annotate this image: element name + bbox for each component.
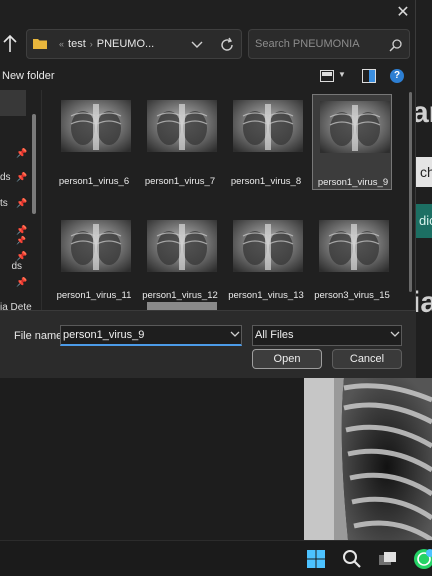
breadcrumb-overflow[interactable]: « bbox=[59, 39, 64, 49]
nav-item-downloads[interactable]: ds bbox=[0, 172, 11, 183]
taskbar bbox=[0, 540, 432, 576]
pin-icon: 📌 bbox=[16, 172, 28, 182]
file-name-label: File name: bbox=[14, 330, 66, 342]
file-name-label: person1_virus_13 bbox=[228, 290, 304, 301]
pin-icon: 📌 bbox=[16, 198, 28, 208]
breadcrumb-test[interactable]: test bbox=[68, 38, 86, 50]
pin-icon: 📌 bbox=[16, 277, 28, 287]
windows-start-icon[interactable] bbox=[304, 547, 328, 571]
file-grid: person1_virus_6 person1_virus_7 person1_vi… bbox=[46, 90, 408, 312]
file-tile[interactable]: person1_virus_8 bbox=[226, 94, 306, 190]
xray-thumbnail bbox=[147, 100, 217, 152]
breadcrumb: «test › PNEUMO... bbox=[59, 38, 155, 50]
file-name-input[interactable]: person1_virus_9 bbox=[60, 325, 242, 346]
cancel-button[interactable]: Cancel bbox=[332, 349, 402, 369]
view-options-icon[interactable] bbox=[320, 70, 334, 82]
file-tile[interactable]: person1_virus_9 bbox=[312, 94, 392, 190]
help-icon[interactable]: ? bbox=[390, 69, 404, 83]
command-bar: New folder ▼ ? bbox=[0, 64, 416, 90]
file-name-label: person3_virus_15 bbox=[314, 290, 390, 301]
search-placeholder: Search PNEUMONIA bbox=[255, 38, 360, 50]
search-icon[interactable] bbox=[340, 547, 364, 571]
pin-icon: 📌 bbox=[16, 251, 28, 261]
refresh-icon[interactable] bbox=[219, 37, 235, 53]
file-tile[interactable]: person3_virus_15 bbox=[312, 214, 392, 310]
search-box[interactable]: Search PNEUMONIA bbox=[248, 29, 410, 59]
nav-scrollbar[interactable] bbox=[32, 114, 36, 214]
chevron-down-icon[interactable] bbox=[191, 39, 203, 49]
file-name-label: person1_virus_6 bbox=[58, 176, 130, 187]
whatsapp-icon[interactable] bbox=[410, 547, 432, 571]
background-app-edge bbox=[416, 0, 432, 378]
address-bar[interactable]: «test › PNEUMO... bbox=[26, 29, 242, 59]
background-teal-button-fragment[interactable]: dic bbox=[414, 204, 432, 238]
background-input-fragment[interactable]: ch bbox=[414, 157, 432, 187]
xray-thumbnail bbox=[61, 220, 131, 272]
background-xray-image bbox=[304, 378, 432, 540]
file-grid-scrollbar[interactable] bbox=[408, 90, 414, 312]
close-icon[interactable]: ✕ bbox=[392, 2, 414, 24]
file-name-label: person1_virus_9 bbox=[317, 177, 389, 188]
folder-icon bbox=[33, 39, 47, 49]
dialog-footer: File name: person1_virus_9 All Files Ope… bbox=[0, 310, 416, 378]
new-folder-button[interactable]: New folder bbox=[2, 70, 55, 82]
file-name-label: person1_virus_8 bbox=[230, 176, 302, 187]
file-tile[interactable]: person1_virus_12 bbox=[140, 214, 220, 310]
file-tile[interactable]: person1_virus_7 bbox=[140, 94, 220, 190]
pin-icon: 📌 bbox=[16, 225, 28, 235]
file-type-select[interactable]: All Files bbox=[252, 325, 402, 346]
file-tile[interactable]: person1_virus_6 bbox=[54, 94, 134, 190]
nav-selected-item[interactable] bbox=[0, 90, 26, 116]
preview-pane-icon[interactable] bbox=[362, 69, 376, 83]
file-name-label: person1_virus_7 bbox=[144, 176, 216, 187]
xray-thumbnail bbox=[61, 100, 131, 152]
view-dropdown-caret[interactable]: ▼ bbox=[338, 70, 346, 79]
file-name-label: person1_virus_11 bbox=[56, 290, 132, 301]
breadcrumb-pneumonia[interactable]: PNEUMO... bbox=[97, 38, 154, 50]
nav-item-detection[interactable]: ia Dete bbox=[0, 302, 32, 310]
up-arrow-icon[interactable] bbox=[0, 32, 20, 56]
file-tile[interactable]: person1_virus_11 bbox=[54, 214, 134, 310]
chevron-down-icon[interactable] bbox=[230, 329, 240, 339]
navigation-bar: «test › PNEUMO... Search PNEUMONIA bbox=[0, 28, 416, 60]
file-name-label: person1_virus_12 bbox=[142, 290, 218, 301]
pin-icon: 📌 bbox=[16, 148, 28, 158]
file-tile[interactable]: person1_virus_13 bbox=[226, 214, 306, 310]
xray-thumbnail bbox=[233, 220, 303, 272]
search-icon[interactable] bbox=[389, 38, 403, 52]
xray-thumbnail bbox=[319, 220, 389, 272]
xray-thumbnail bbox=[320, 101, 390, 153]
open-button[interactable]: Open bbox=[252, 349, 322, 369]
task-view-icon[interactable] bbox=[376, 547, 400, 571]
open-file-dialog: ✕ «test › PNEUMO... Search PNEUMONIA New… bbox=[0, 0, 416, 378]
xray-thumbnail bbox=[147, 220, 217, 272]
xray-thumbnail bbox=[233, 100, 303, 152]
pin-icon: 📌 bbox=[16, 236, 26, 245]
chevron-down-icon[interactable] bbox=[390, 329, 400, 339]
nav-item-documents[interactable]: ts bbox=[0, 198, 8, 209]
